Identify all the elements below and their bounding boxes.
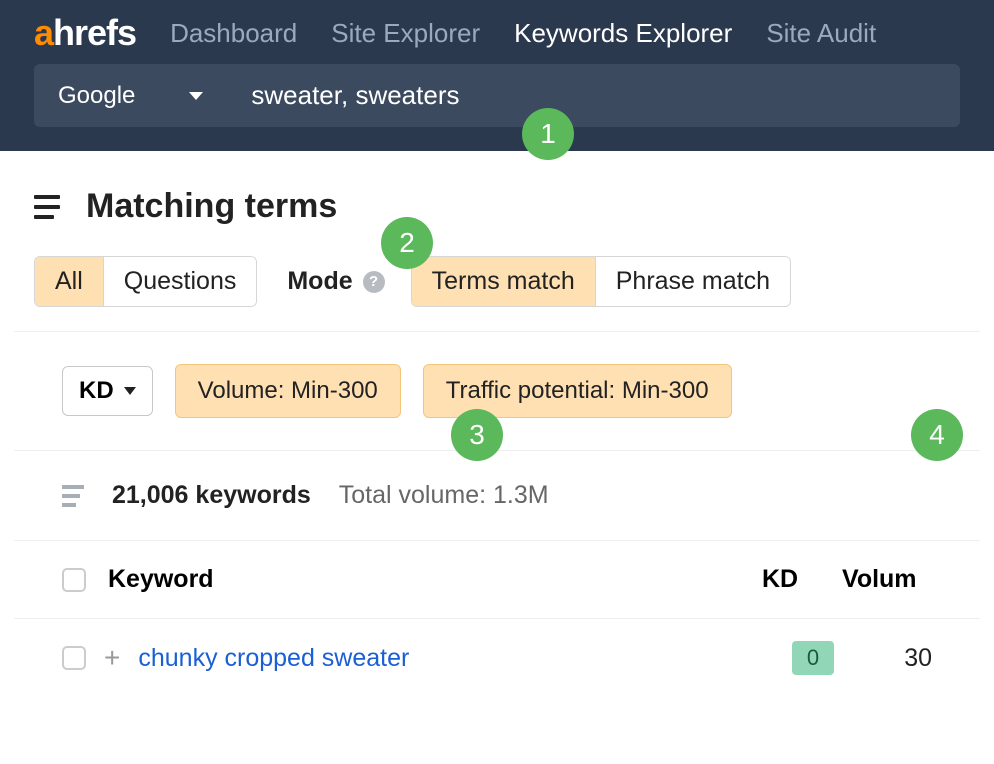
chevron-down-icon bbox=[189, 92, 203, 100]
search-engine-select[interactable]: Google bbox=[34, 64, 227, 127]
search-engine-label: Google bbox=[58, 82, 135, 110]
nav-keywords-explorer[interactable]: Keywords Explorer bbox=[514, 18, 732, 49]
column-kd[interactable]: KD bbox=[762, 565, 842, 594]
volume-value: 30 bbox=[872, 644, 932, 673]
mode-label: Mode ? bbox=[287, 267, 384, 296]
nav-dashboard[interactable]: Dashboard bbox=[170, 18, 297, 49]
annotation-badge-3: 3 bbox=[451, 409, 503, 461]
logo[interactable]: ahrefs bbox=[34, 12, 136, 54]
select-all-checkbox[interactable] bbox=[62, 568, 86, 592]
mode-tabs: Terms match Phrase match bbox=[411, 256, 791, 307]
volume-filter-chip[interactable]: Volume: Min-300 bbox=[175, 364, 401, 418]
column-volume[interactable]: Volum bbox=[842, 565, 932, 594]
annotation-badge-4: 4 bbox=[911, 409, 963, 461]
column-keyword[interactable]: Keyword bbox=[108, 565, 762, 594]
tab-terms-match[interactable]: Terms match bbox=[412, 257, 596, 306]
keyword-search-input[interactable]: sweater, sweaters bbox=[227, 64, 960, 127]
expand-icon[interactable]: + bbox=[104, 642, 120, 674]
total-volume: Total volume: 1.3M bbox=[339, 481, 549, 510]
keyword-count: 21,006 keywords bbox=[112, 481, 311, 510]
sort-icon[interactable] bbox=[62, 485, 84, 507]
help-icon[interactable]: ? bbox=[363, 271, 385, 293]
view-tabs: All Questions bbox=[34, 256, 257, 307]
page-title: Matching terms bbox=[86, 187, 337, 226]
row-checkbox[interactable] bbox=[62, 646, 86, 670]
kd-filter-dropdown[interactable]: KD bbox=[62, 366, 153, 416]
kd-badge: 0 bbox=[792, 641, 834, 675]
menu-icon[interactable] bbox=[34, 195, 60, 219]
table-row: + chunky cropped sweater 0 30 bbox=[14, 619, 980, 697]
keyword-link[interactable]: chunky cropped sweater bbox=[138, 644, 792, 673]
kd-filter-label: KD bbox=[79, 377, 114, 405]
annotation-badge-1: 1 bbox=[522, 108, 574, 160]
nav-site-audit[interactable]: Site Audit bbox=[766, 18, 876, 49]
tab-questions[interactable]: Questions bbox=[104, 257, 257, 306]
chevron-down-icon bbox=[124, 387, 136, 395]
tab-phrase-match[interactable]: Phrase match bbox=[596, 257, 790, 306]
annotation-badge-2: 2 bbox=[381, 217, 433, 269]
tab-all[interactable]: All bbox=[35, 257, 104, 306]
nav-site-explorer[interactable]: Site Explorer bbox=[331, 18, 480, 49]
